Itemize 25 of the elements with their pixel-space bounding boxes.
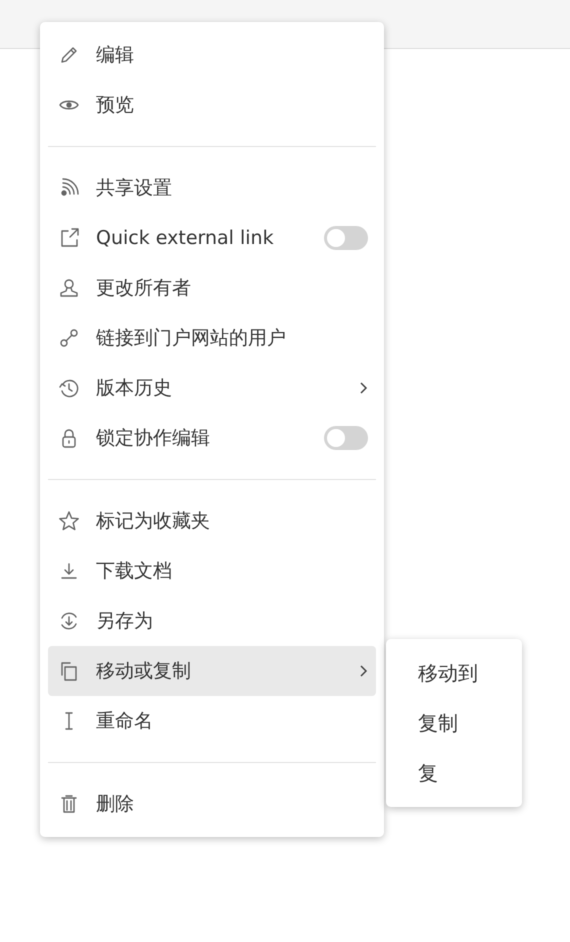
menu-item[interactable]: Quick external link [48, 213, 376, 263]
menu-item[interactable]: 删除 [48, 779, 376, 829]
menu-item[interactable]: 编辑 [48, 30, 376, 80]
menu-item[interactable]: 另存为 [48, 596, 376, 646]
submenu-item[interactable]: 复 [386, 748, 522, 798]
user-icon [58, 277, 80, 299]
menu-item[interactable]: 锁定协作编辑 [48, 413, 376, 463]
chevron-right-icon [358, 663, 368, 679]
toggle-switch[interactable] [324, 226, 368, 250]
menu-item[interactable]: 标记为收藏夹 [48, 496, 376, 546]
menu-item[interactable]: 预览 [48, 80, 376, 130]
menu-item[interactable]: 下载文档 [48, 546, 376, 596]
menu-item[interactable]: 共享设置 [48, 163, 376, 213]
menu-item[interactable]: 重命名 [48, 696, 376, 746]
toggle-switch[interactable] [324, 426, 368, 450]
chevron-right-icon [358, 380, 368, 396]
menu-item[interactable]: 链接到门户网站的用户 [48, 313, 376, 363]
menu-item[interactable]: 更改所有者 [48, 263, 376, 313]
star-icon [58, 510, 80, 532]
submenu-item[interactable]: 移动到 [386, 648, 522, 698]
history-icon [58, 377, 80, 399]
submenu-item[interactable]: 复制 [386, 698, 522, 748]
menu-item[interactable]: 版本历史 [48, 363, 376, 413]
link-icon [58, 327, 80, 349]
menu-item[interactable]: 移动或复制 [48, 646, 376, 696]
